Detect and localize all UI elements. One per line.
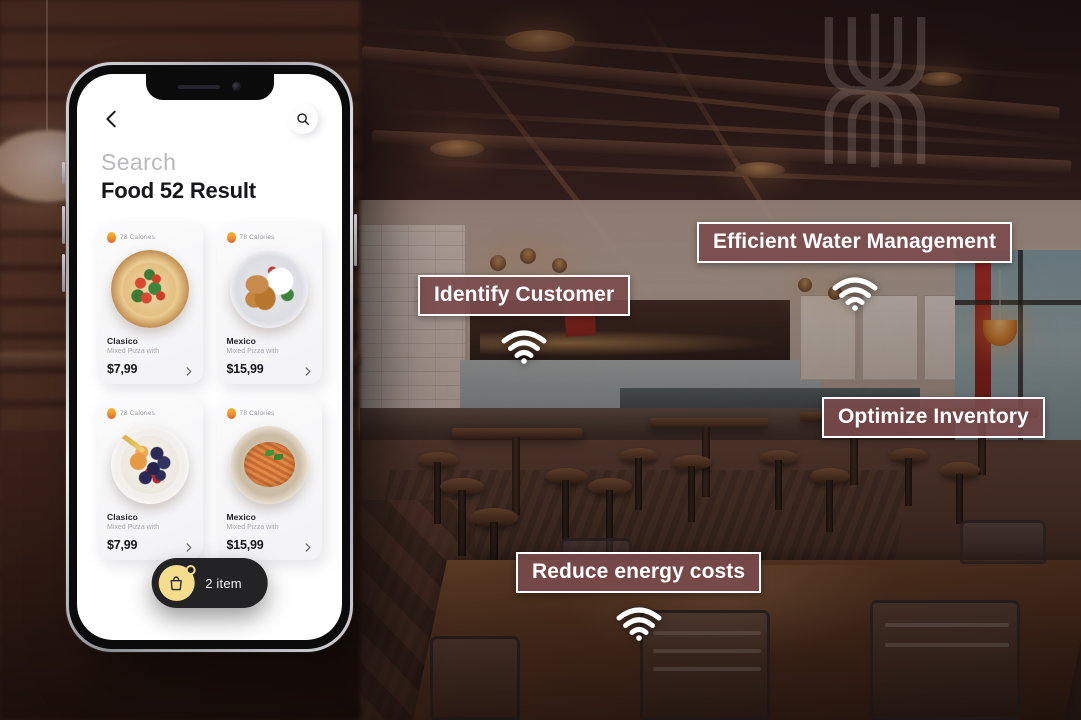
calorie-badge: 78 Calories — [226, 232, 313, 244]
page-title-block: Search Food 52 Result — [77, 134, 342, 204]
screenshot-stage: Efficient Water Management Identify Cust… — [0, 0, 1081, 720]
phone-bezel: Search Food 52 Result 78 Calories Clasic… — [69, 65, 350, 649]
food-name: Clasico — [107, 336, 138, 347]
wifi-icon — [501, 330, 547, 364]
calorie-badge: 78 Calories — [226, 408, 313, 420]
phone-mockup: Search Food 52 Result 78 Calories Clasic… — [62, 62, 357, 652]
callout-identify-customer[interactable]: Identify Customer — [418, 275, 631, 364]
callout-optimize-inventory[interactable]: Optimize Inventory — [822, 397, 1045, 438]
calorie-text: 78 Calories — [239, 410, 275, 418]
calorie-badge: 78 Calories — [107, 408, 193, 420]
calorie-text: 78 Calories — [120, 410, 156, 418]
flame-icon — [107, 232, 116, 244]
food-price: $15,99 — [226, 362, 264, 377]
food-card[interactable]: 78 Calories Mexico Mixed Pizza with $15,… — [216, 398, 322, 561]
flame-icon — [226, 232, 236, 244]
earpiece-speaker — [178, 84, 220, 89]
wifi-icon — [832, 277, 878, 311]
shopping-bag-icon — [158, 565, 196, 601]
page-title: Food 52 Result — [101, 178, 256, 204]
phone-notch — [145, 74, 274, 100]
callout-efficient-water-management[interactable]: Efficient Water Management — [697, 222, 1013, 311]
food-price: $15,99 — [226, 538, 264, 553]
phone-volume-up-button[interactable] — [62, 206, 65, 244]
chevron-right-icon[interactable] — [183, 366, 194, 377]
food-name: Clasico — [107, 512, 138, 523]
wifi-icon — [616, 607, 662, 641]
calorie-badge: 78 Calories — [107, 232, 193, 244]
flame-icon — [226, 408, 236, 420]
chevron-left-icon[interactable] — [101, 108, 123, 130]
phone-silent-switch[interactable] — [62, 162, 65, 184]
food-image — [230, 426, 309, 505]
callout-label: Identify Customer — [418, 275, 631, 316]
chevron-right-icon[interactable] — [183, 542, 194, 553]
flame-icon — [107, 408, 116, 420]
pasta-image — [230, 426, 309, 505]
calorie-text: 78 Calories — [120, 234, 156, 242]
food-image — [230, 250, 309, 329]
food-desc: Mixed Pizza with — [107, 524, 160, 532]
callout-reduce-energy-costs[interactable]: Reduce energy costs — [516, 552, 762, 641]
pizza-image — [110, 250, 189, 329]
phone-screen: Search Food 52 Result 78 Calories Clasic… — [77, 74, 342, 640]
food-desc: Mixed Pizza with — [107, 348, 160, 356]
food-results-grid: 78 Calories Clasico Mixed Pizza with $7,… — [77, 204, 342, 561]
search-icon[interactable] — [288, 104, 318, 134]
food-desc: Mixed Pizza with — [226, 524, 279, 532]
food-image — [110, 426, 189, 505]
basil-garnish — [264, 449, 274, 456]
chevron-right-icon[interactable] — [302, 542, 313, 553]
wings-image — [230, 250, 309, 329]
page-overline: Search — [101, 149, 177, 175]
food-image — [110, 250, 189, 329]
cart-button[interactable]: 2 item — [151, 558, 268, 608]
calorie-text: 78 Calories — [239, 234, 275, 242]
food-card[interactable]: 78 Calories Mexico Mixed Pizza with $15,… — [216, 222, 322, 385]
food-price: $7,99 — [107, 538, 138, 553]
callout-label: Reduce energy costs — [516, 552, 762, 593]
food-price: $7,99 — [107, 362, 138, 377]
callout-label: Optimize Inventory — [822, 397, 1045, 438]
food-card[interactable]: 78 Calories Clasico Mixed Pizza with $7,… — [97, 222, 203, 385]
chevron-right-icon[interactable] — [302, 366, 313, 377]
food-name: Mexico — [226, 512, 256, 523]
phone-power-button[interactable] — [354, 214, 357, 266]
food-card[interactable]: 78 Calories Clasico Mixed Pizza with $7,… — [97, 398, 203, 561]
cart-badge-dot — [185, 565, 196, 575]
phone-volume-down-button[interactable] — [62, 254, 65, 292]
callout-label: Efficient Water Management — [697, 222, 1013, 263]
food-desc: Mixed Pizza with — [226, 348, 279, 356]
front-camera-icon — [232, 82, 241, 91]
food-name: Mexico — [226, 336, 256, 347]
cart-item-count: 2 item — [205, 575, 242, 591]
